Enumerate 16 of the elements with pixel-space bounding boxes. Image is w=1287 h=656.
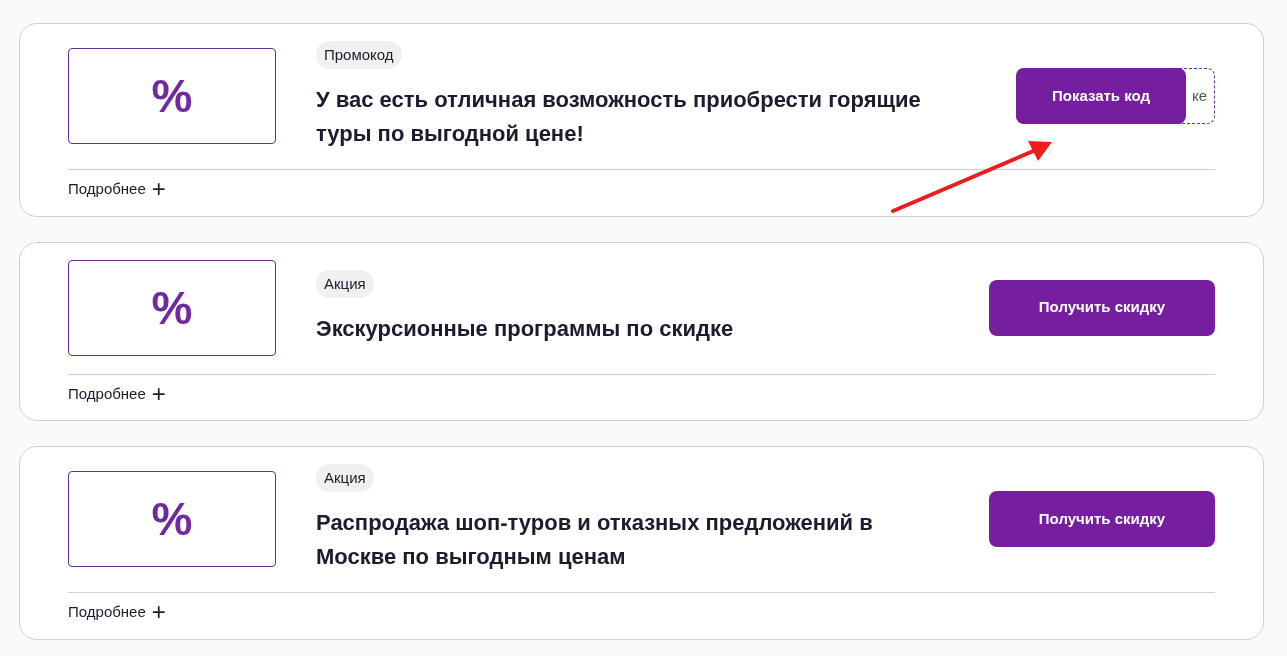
offer-type-badge: Промокод (316, 41, 402, 69)
details-toggle[interactable]: Подробнее + (68, 178, 166, 201)
offer-title: У вас есть отличная возможность приобрести горящие туры по выгодной цене! (316, 86, 922, 148)
offer-title: Распродажа шоп-туров и отказных предложений в Москве по выгодным ценам (316, 509, 874, 571)
details-toggle[interactable]: Подробнее + (68, 601, 166, 624)
get-discount-button[interactable]: Получить скидку (989, 491, 1215, 547)
offer-title: Экскурсионные программы по скидке (316, 314, 735, 343)
percent-sign: % (151, 496, 193, 542)
offer-type-badge: Акция (316, 464, 374, 492)
show-code-button[interactable]: Показать код (1016, 68, 1186, 124)
promo-code-text: ке (1191, 85, 1207, 106)
details-toggle[interactable]: Подробнее + (68, 382, 166, 405)
percent-sign: % (151, 284, 193, 331)
get-discount-button[interactable]: Получить скидку (989, 279, 1215, 336)
percent-sign: % (151, 73, 193, 119)
offer-type-badge: Акция (316, 269, 374, 298)
